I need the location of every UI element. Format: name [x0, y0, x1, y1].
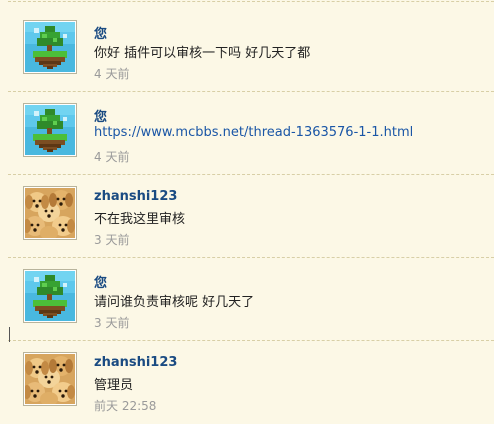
message-text: 不在我这里审核 [94, 212, 186, 227]
message-author[interactable]: zhanshi123 [94, 189, 177, 204]
pixel-island-tree-icon [25, 271, 75, 321]
pixel-island-tree-icon [25, 105, 75, 155]
message-time: 4 天前 [94, 67, 130, 81]
message-time: 3 天前 [94, 316, 130, 330]
avatar[interactable] [23, 186, 77, 240]
golden-retriever-puppies-photo [25, 354, 75, 404]
message-item: 您 请问谁负责审核呢 好几天了 3 天前 [0, 259, 494, 341]
message-author[interactable]: 您 [94, 106, 107, 125]
message-author[interactable]: zhanshi123 [94, 355, 177, 370]
message-item: 您 你好 插件可以审核一下吗 好几天了都 4 天前 [0, 10, 494, 92]
avatar[interactable] [23, 20, 77, 74]
avatar[interactable] [23, 352, 77, 406]
message-text: 你好 插件可以审核一下吗 好几天了都 [94, 46, 311, 61]
message-link[interactable]: https://www.mcbbs.net/thread-1363576-1-1… [94, 125, 413, 140]
message-item: zhanshi123 管理员 前天 22:58 [0, 342, 494, 424]
golden-retriever-puppies-photo [25, 188, 75, 238]
message-time: 3 天前 [94, 233, 130, 247]
message-author[interactable]: 您 [94, 23, 107, 42]
message-thread: 您 你好 插件可以审核一下吗 好几天了都 4 天前 您 https://www.… [0, 0, 494, 421]
message-divider [8, 1, 494, 2]
message-time: 4 天前 [94, 150, 130, 164]
avatar[interactable] [23, 103, 77, 157]
message-text: 管理员 [94, 378, 134, 393]
message-item: 您 https://www.mcbbs.net/thread-1363576-1… [0, 93, 494, 175]
avatar[interactable] [23, 269, 77, 323]
message-text: 请问谁负责审核呢 好几天了 [94, 295, 255, 310]
message-author[interactable]: 您 [94, 272, 107, 291]
message-time: 前天 22:58 [94, 399, 157, 413]
message-item: zhanshi123 不在我这里审核 3 天前 [0, 176, 494, 258]
pixel-island-tree-icon [25, 22, 75, 72]
text-cursor [9, 327, 10, 342]
